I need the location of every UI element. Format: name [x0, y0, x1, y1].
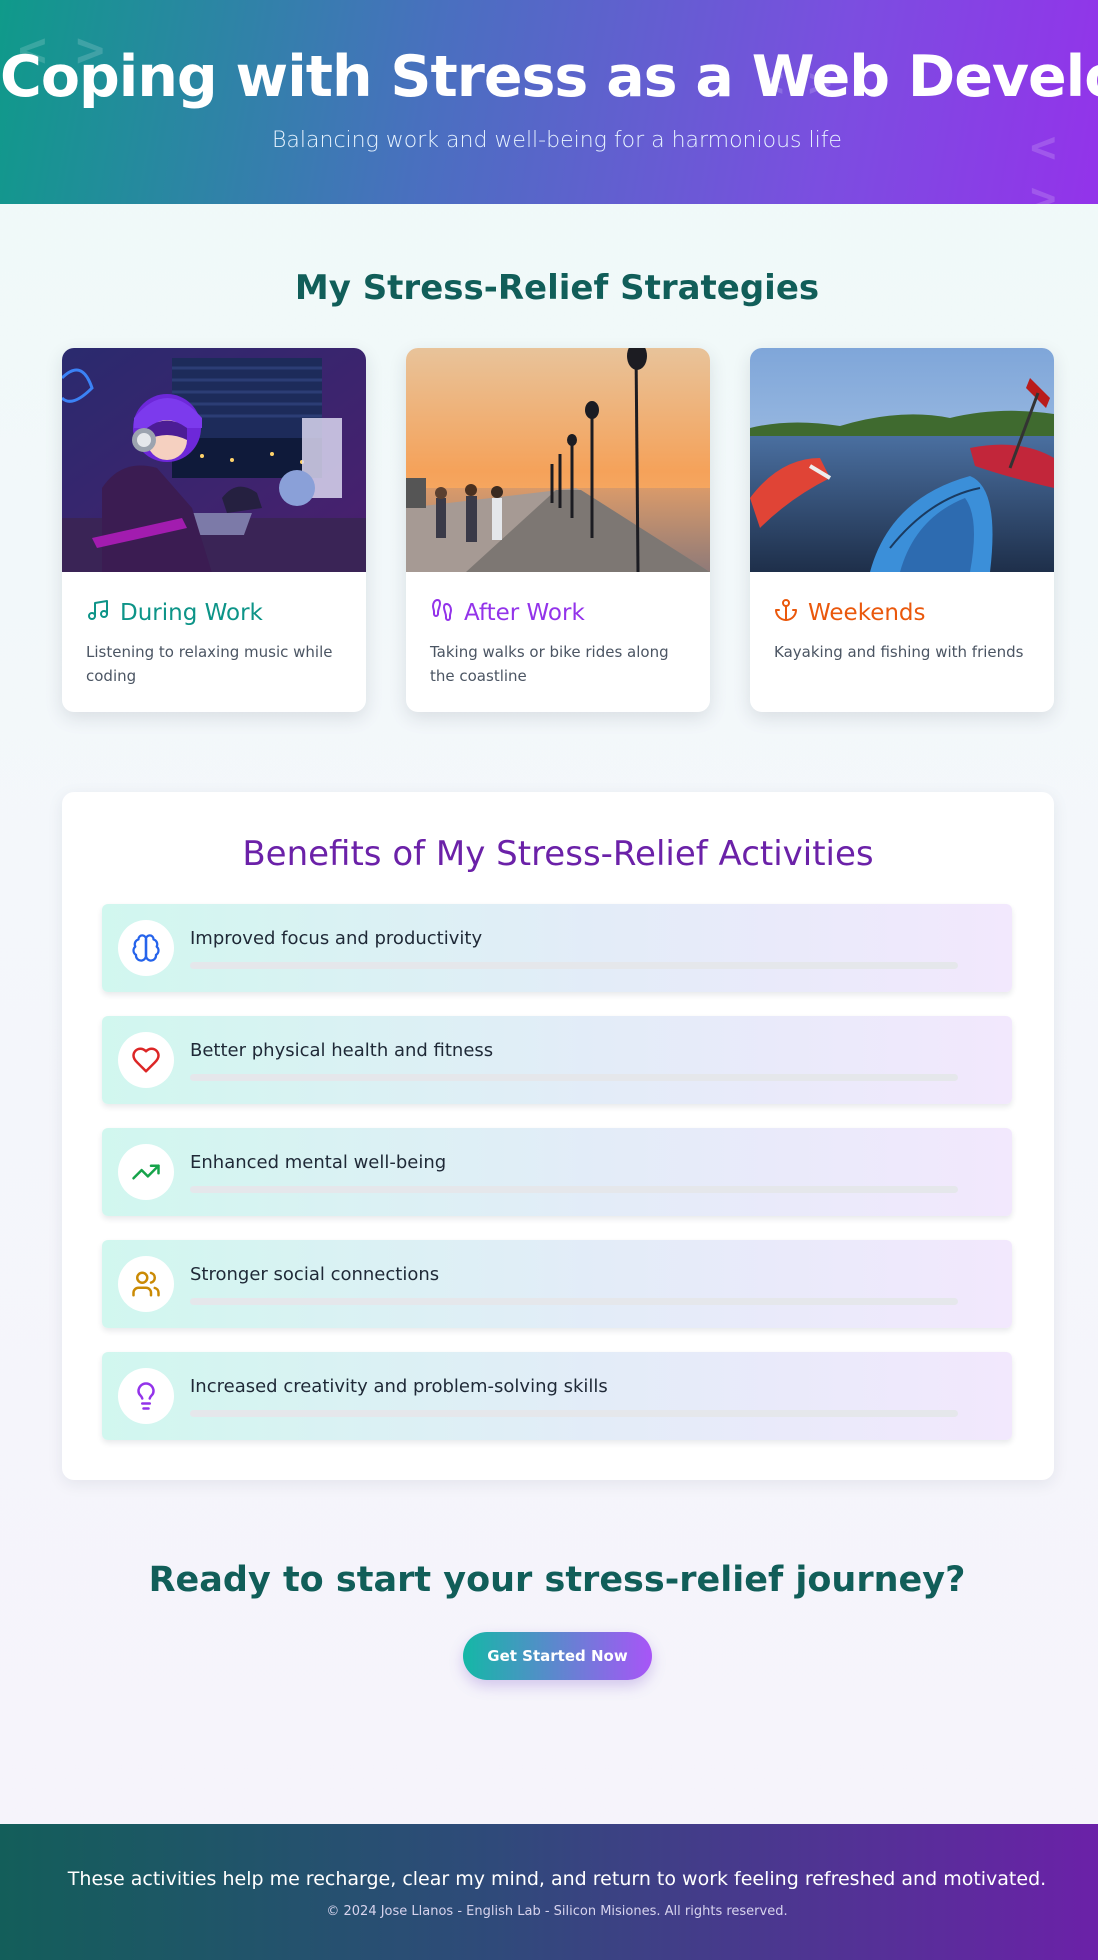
benefit-text: Increased creativity and problem-solving… — [190, 1376, 608, 1397]
benefit-text: Better physical health and fitness — [190, 1040, 494, 1061]
hero-banner: < > < > < > Coping with Stress as a Web … — [0, 0, 1098, 204]
coastline-walk-photo — [406, 348, 710, 572]
benefits-heading: Benefits of My Stress-Relief Activities — [242, 834, 874, 874]
card-description: Taking walks or bike rides along the coa… — [430, 643, 669, 685]
heart-icon — [118, 1032, 174, 1088]
card-description: Kayaking and fishing with friends — [774, 643, 1024, 661]
lofi-coding-illustration — [62, 348, 366, 572]
benefit-bar — [190, 1298, 958, 1305]
benefits-panel: Benefits of My Stress-Relief Activities … — [62, 792, 1054, 1480]
strategy-card-weekends[interactable]: Weekends Kayaking and fishing with frien… — [750, 348, 1054, 712]
strategy-card-after-work[interactable]: After Work Taking walks or bike rides al… — [406, 348, 710, 712]
benefit-text: Improved focus and productivity — [190, 928, 483, 949]
card-description: Listening to relaxing music while coding — [86, 643, 333, 685]
anchor-icon — [774, 598, 798, 628]
benefit-item: Stronger social connections — [102, 1240, 1012, 1328]
card-title-text: Weekends — [808, 600, 926, 626]
brain-icon — [118, 920, 174, 976]
benefit-bar — [190, 1410, 958, 1417]
page-subtitle: Balancing work and well-being for a harm… — [272, 128, 842, 153]
card-title-text: After Work — [464, 600, 585, 626]
benefit-text: Enhanced mental well-being — [190, 1152, 447, 1173]
strategies-heading: My Stress-Relief Strategies — [294, 268, 820, 308]
footer-message: These activities help me recharge, clear… — [67, 1868, 1047, 1890]
kayaking-photo — [750, 348, 1054, 572]
card-title: Weekends — [774, 598, 926, 628]
card-title-text: During Work — [120, 600, 263, 626]
strategy-card-during-work[interactable]: During Work Listening to relaxing music … — [62, 348, 366, 712]
get-started-button[interactable]: Get Started Now — [463, 1632, 652, 1680]
benefit-bar — [190, 1186, 958, 1193]
music-note-icon — [86, 598, 110, 628]
trending-up-icon — [118, 1144, 174, 1200]
benefit-text: Stronger social connections — [190, 1264, 440, 1285]
footer-copyright: © 2024 Jose Llanos - English Lab - Silic… — [326, 1904, 788, 1919]
benefit-bar — [190, 962, 958, 969]
benefit-item: Increased creativity and problem-solving… — [102, 1352, 1012, 1440]
benefit-item: Enhanced mental well-being — [102, 1128, 1012, 1216]
card-title: After Work — [430, 598, 585, 628]
card-title: During Work — [86, 598, 263, 628]
users-icon — [118, 1256, 174, 1312]
benefit-bar — [190, 1074, 958, 1081]
footprints-icon — [430, 598, 454, 628]
benefit-item: Improved focus and productivity — [102, 904, 1012, 992]
benefit-item: Better physical health and fitness — [102, 1016, 1012, 1104]
cta-heading: Ready to start your stress-relief journe… — [148, 1560, 966, 1600]
page-title: Coping with Stress as a Web Developer — [0, 44, 1098, 110]
footer: These activities help me recharge, clear… — [0, 1824, 1098, 1960]
lightbulb-icon — [118, 1368, 174, 1424]
